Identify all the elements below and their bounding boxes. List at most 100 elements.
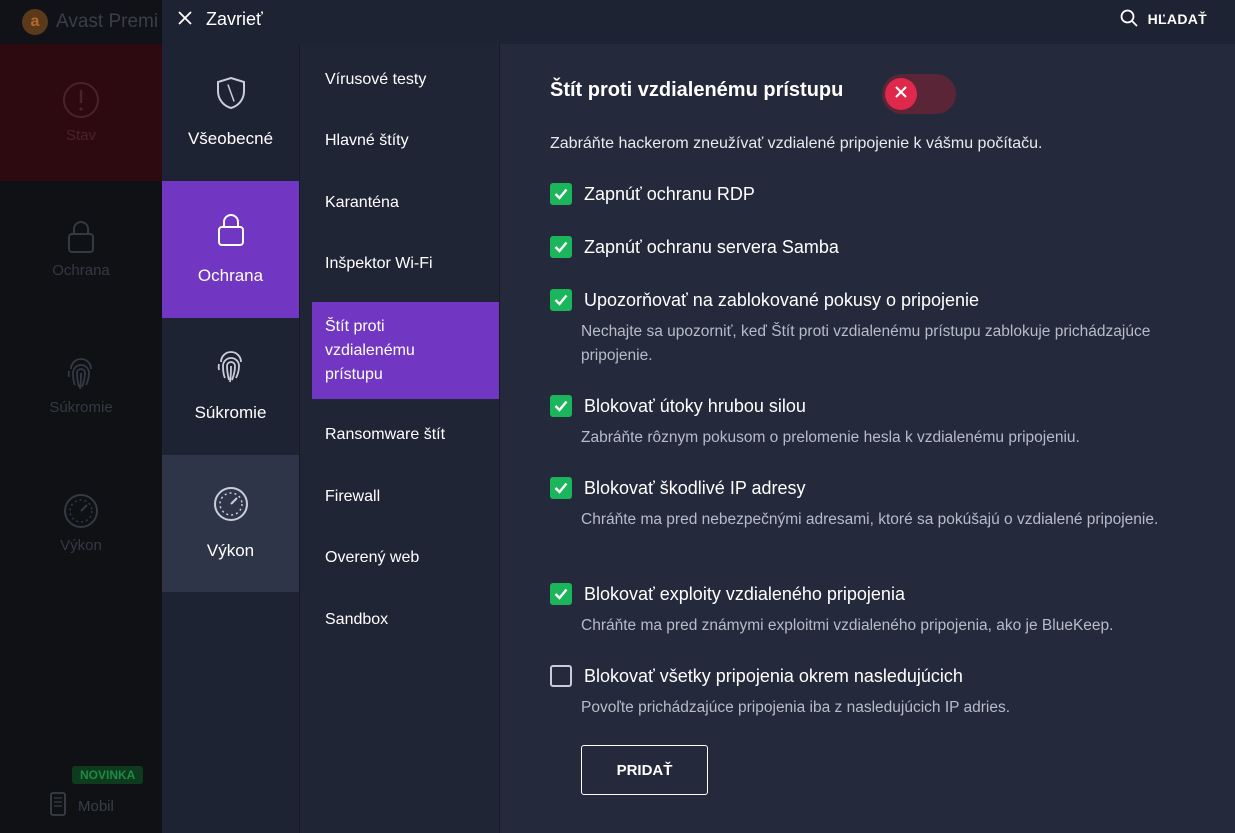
- option-label: Blokovať škodlivé IP adresy: [584, 477, 806, 498]
- option-label: Blokovať útoky hrubou silou: [584, 395, 806, 416]
- option-label: Blokovať všetky pripojenia okrem nasledu…: [584, 665, 963, 686]
- add-button[interactable]: PRIDAŤ: [581, 745, 708, 795]
- background-nav-performance: Výkon: [0, 455, 162, 592]
- mobile-label: Mobil: [78, 797, 114, 815]
- option-row[interactable]: Zapnúť ochranu servera Samba: [550, 236, 839, 258]
- background-titlebar: a Avast Premi: [0, 0, 162, 44]
- mobile-phone-icon: [50, 792, 66, 820]
- checkmark-icon: [554, 588, 568, 600]
- subnav-item-virus-scans[interactable]: Vírusové testy: [312, 51, 499, 109]
- background-nav-label: Súkromie: [49, 399, 113, 416]
- toggle-knob: [885, 78, 917, 110]
- checkmark-icon: [554, 241, 568, 253]
- background-app-title: Avast Premi: [56, 11, 159, 32]
- checkbox[interactable]: [550, 583, 572, 605]
- new-badge: NOVINKA: [72, 766, 144, 784]
- background-mobile-row: Mobil: [50, 792, 114, 820]
- option-row[interactable]: Zapnúť ochranu RDP: [550, 183, 755, 205]
- option-block-malicious-ip: Blokovať škodlivé IP adresy Chráňte ma p…: [550, 477, 1221, 532]
- option-label: Zapnúť ochranu RDP: [584, 183, 755, 204]
- category-label: Súkromie: [194, 403, 267, 422]
- option-row[interactable]: Blokovať exploity vzdialeného pripojenia: [550, 583, 1221, 605]
- subnav-item-real-site[interactable]: Overený web: [312, 529, 499, 587]
- option-row[interactable]: Blokovať všetky pripojenia okrem nasledu…: [550, 665, 1221, 687]
- checkbox[interactable]: [550, 236, 572, 258]
- category-label: Výkon: [206, 541, 255, 560]
- background-nav-label: Stav: [65, 127, 96, 144]
- app-root: a Avast Premi Stav Ochrana Súkromie Výko…: [0, 0, 1235, 833]
- avast-logo-icon: a: [22, 9, 48, 35]
- checkmark-icon: [554, 400, 568, 412]
- lock-icon: [66, 220, 96, 254]
- settings-topbar: Zavrieť HĽADAŤ: [162, 0, 1235, 44]
- lock-icon: [216, 213, 246, 252]
- category-label: Všeobecné: [187, 129, 274, 148]
- option-label: Zapnúť ochranu servera Samba: [584, 236, 839, 257]
- checkbox[interactable]: [550, 395, 572, 417]
- option-description: Zabráňte rôznym pokusom o prelomenie hes…: [581, 429, 1080, 446]
- subnav-item-wifi-inspector[interactable]: Inšpektor Wi-Fi: [312, 235, 499, 293]
- settings-content: Štít proti vzdialenému prístupu Zabráňte…: [500, 44, 1235, 833]
- subnav-item-label-line: Štít proti: [325, 317, 385, 335]
- background-nav-privacy: Súkromie: [0, 318, 162, 455]
- close-label: Zavrieť: [206, 8, 263, 29]
- option-description: Chráňte ma pred nebezpečnými adresami, k…: [581, 511, 1159, 528]
- fingerprint-icon: [215, 350, 247, 389]
- checkmark-icon: [554, 188, 568, 200]
- background-nav-status: Stav: [0, 44, 162, 181]
- subnav-item-label-line: vzdialenému: [325, 341, 415, 359]
- category-protection[interactable]: Ochrana: [162, 181, 299, 318]
- option-description: Chráňte ma pred známymi exploitmi vzdial…: [581, 617, 1114, 634]
- close-icon: [178, 9, 192, 30]
- subnav-item-label-line: prístupu: [325, 365, 383, 383]
- option-samba-protection: Zapnúť ochranu servera Samba: [550, 236, 839, 258]
- option-row[interactable]: Upozorňovať na zablokované pokusy o prip…: [550, 289, 1221, 311]
- close-button[interactable]: Zavrieť: [178, 4, 263, 34]
- checkmark-icon: [554, 294, 568, 306]
- option-description: Povoľte prichádzajúce pripojenia iba z n…: [581, 699, 1011, 716]
- option-block-brute-force: Blokovať útoky hrubou silou Zabráňte rôz…: [550, 395, 1221, 450]
- category-privacy[interactable]: Súkromie: [162, 318, 299, 455]
- settings-overlay: Zavrieť HĽADAŤ Všeobecné Ochrana Súkromi…: [162, 0, 1235, 833]
- background-nav-protection: Ochrana: [0, 181, 162, 318]
- checkmark-icon: [554, 482, 568, 494]
- option-block-all-except: Blokovať všetky pripojenia okrem nasledu…: [550, 665, 1221, 720]
- category-general[interactable]: Všeobecné: [162, 44, 299, 181]
- background-mobile: NOVINKA Mobil: [0, 760, 162, 833]
- checkbox[interactable]: [550, 665, 572, 687]
- speedometer-icon: [63, 493, 99, 529]
- subnav-item-core-shields[interactable]: Hlavné štíty: [312, 112, 499, 170]
- checkbox[interactable]: [550, 477, 572, 499]
- close-icon: [895, 85, 907, 103]
- option-description: Nechajte sa upozorniť, keď Štít proti vz…: [581, 323, 1151, 364]
- subnav-item-quarantine[interactable]: Karanténa: [312, 174, 499, 232]
- option-notify-blocked: Upozorňovať na zablokované pokusy o prip…: [550, 289, 1221, 368]
- category-label: Ochrana: [197, 266, 264, 285]
- speedometer-icon: [213, 486, 249, 527]
- background-app: a Avast Premi Stav Ochrana Súkromie Výko…: [0, 0, 162, 833]
- category-column: Všeobecné Ochrana Súkromie Výkon: [162, 44, 299, 833]
- option-row[interactable]: Blokovať škodlivé IP adresy: [550, 477, 1221, 499]
- fingerprint-icon: [65, 357, 97, 391]
- alert-circle-icon: [62, 81, 100, 119]
- page-title: Štít proti vzdialenému prístupu: [550, 79, 844, 101]
- option-block-exploits: Blokovať exploity vzdialeného pripojenia…: [550, 583, 1221, 638]
- category-performance[interactable]: Výkon: [162, 455, 299, 592]
- background-nav-label: Ochrana: [52, 262, 110, 279]
- checkbox[interactable]: [550, 289, 572, 311]
- shield-icon: [216, 76, 246, 115]
- subnav-column: Vírusové testy Hlavné štíty Karanténa In…: [300, 44, 500, 833]
- page-description: Zabráňte hackerom zneužívať vzdialené pr…: [550, 135, 1043, 152]
- subnav-item-remote-access-shield[interactable]: Štít proti vzdialenému prístupu: [312, 302, 499, 399]
- subnav-item-ransomware-shield[interactable]: Ransomware štít: [312, 406, 499, 464]
- subnav-item-sandbox[interactable]: Sandbox: [312, 591, 499, 649]
- search-icon: [1120, 9, 1138, 30]
- background-nav-label: Výkon: [60, 537, 102, 554]
- option-label: Upozorňovať na zablokované pokusy o prip…: [584, 289, 980, 310]
- option-row[interactable]: Blokovať útoky hrubou silou: [550, 395, 1221, 417]
- search-button[interactable]: HĽADAŤ: [1120, 8, 1207, 30]
- remote-access-shield-toggle[interactable]: [882, 74, 956, 114]
- subnav-item-firewall[interactable]: Firewall: [312, 468, 499, 526]
- option-rdp-protection: Zapnúť ochranu RDP: [550, 183, 755, 205]
- checkbox[interactable]: [550, 183, 572, 205]
